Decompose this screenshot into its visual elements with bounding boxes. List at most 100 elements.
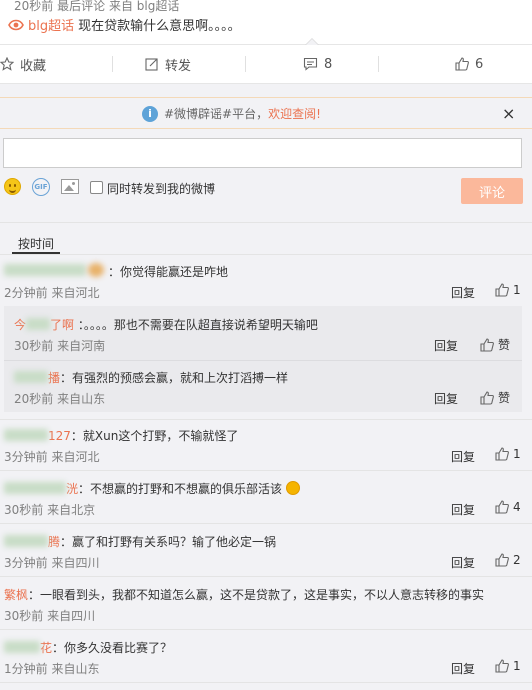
picture-icon[interactable] xyxy=(61,179,79,194)
comment-username[interactable]: 洸 xyxy=(66,482,78,496)
comment-row: 洸：不想赢的打野和不想赢的俱乐部活该 xyxy=(4,480,300,497)
comment-meta: 2分钟前 来自河北 xyxy=(4,286,100,300)
comment-row: 繁枫：一眼看到头，我都不知道怎么赢，这不是贷款了，这是事实，不以人意志转移的事实 xyxy=(4,586,484,603)
repost-button[interactable]: 转发 xyxy=(145,45,191,83)
divider xyxy=(0,470,532,471)
reply-button[interactable]: 回复 xyxy=(451,554,475,571)
notice-link[interactable]: 欢迎查阅! xyxy=(268,105,321,122)
repost-checkbox[interactable] xyxy=(90,181,103,194)
comment-meta: 1分钟前 来自山东 xyxy=(4,662,100,676)
thumbs-up-icon xyxy=(495,553,509,567)
reply-username[interactable]: 播 xyxy=(48,371,60,385)
favorite-button[interactable]: 收藏 xyxy=(0,45,46,83)
comment-username[interactable]: 127 xyxy=(48,429,71,443)
emoji-icon[interactable] xyxy=(4,178,21,195)
reply-username-suffix[interactable]: 了啊 xyxy=(50,318,74,332)
notice-text: #微博辟谣#平台， xyxy=(164,107,269,121)
thumbs-up-icon xyxy=(495,447,509,461)
comment-username[interactable]: 繁枫 xyxy=(4,588,28,602)
comment-like-button[interactable]: 2 xyxy=(495,553,521,567)
comment-meta: 30秒前 来自北京 xyxy=(4,503,96,517)
comment-text: ：你觉得能赢还是咋地 xyxy=(108,265,229,279)
blurred-username xyxy=(26,318,51,330)
blurred-username xyxy=(14,371,48,383)
like-count: 1 xyxy=(513,447,521,461)
comment-username[interactable]: 腾 xyxy=(48,535,60,549)
divider xyxy=(0,682,532,683)
post-topic-link[interactable]: blg超话 xyxy=(28,15,74,34)
source-prefix: 来自 xyxy=(108,0,133,13)
action-divider xyxy=(378,56,379,72)
star-icon xyxy=(0,57,14,71)
comment-text: ：你多久没看比赛了？ xyxy=(52,641,173,655)
blurred-username xyxy=(4,264,86,276)
notice-content: i #微博辟谣#平台， 欢迎查阅! xyxy=(142,105,321,122)
comment-meta: 30秒前 来自四川 xyxy=(4,609,96,623)
comment-like-button[interactable]: 1 xyxy=(495,659,521,673)
blurred-username xyxy=(4,535,48,547)
repost-label: 转发 xyxy=(165,58,192,74)
reply-meta: 30秒前 来自河南 xyxy=(14,339,106,353)
action-divider xyxy=(112,56,113,72)
reply-meta: 20秒前 来自山东 xyxy=(14,392,106,406)
reply-button[interactable]: 回复 xyxy=(434,337,458,354)
source-link[interactable]: blg超话 xyxy=(137,0,180,13)
reply-text: ：有强烈的预感会赢，就和上次打滔搏一样 xyxy=(60,371,289,385)
post-content: blg超话 现在贷款输什么意思啊。。。。 xyxy=(8,15,241,34)
comment-input[interactable] xyxy=(3,138,522,168)
comment-like-button[interactable]: 4 xyxy=(495,500,521,514)
comment-like-button[interactable]: 1 xyxy=(495,283,521,297)
reply-button[interactable]: 回复 xyxy=(451,284,475,301)
divider xyxy=(4,360,522,361)
submit-comment-button[interactable]: 评论 xyxy=(461,178,523,204)
reply-row: 播：有强烈的预感会赢，就和上次打滔搏一样 xyxy=(14,369,288,386)
reply-button[interactable]: 回复 xyxy=(451,448,475,465)
comment-text: ：就Xun这个打野，不输就怪了 xyxy=(70,429,239,443)
like-label: 赞 xyxy=(498,391,511,405)
blurred-username xyxy=(4,641,40,653)
reply-like-button[interactable]: 赞 xyxy=(480,336,510,353)
reply-row: 今 了啊 ：。。。。那也不需要在队超直接说希望明天输吧 xyxy=(14,316,318,333)
like-count: 4 xyxy=(513,500,521,514)
post-text: 现在贷款输什么意思啊。。。。 xyxy=(78,19,241,34)
reply-button[interactable]: 回复 xyxy=(434,390,458,407)
close-icon[interactable]: × xyxy=(502,104,515,123)
panel-caret-inner xyxy=(306,39,318,45)
repost-icon xyxy=(145,58,158,71)
repost-checkbox-label: 同时转发到我的微博 xyxy=(107,182,216,196)
thumbs-up-icon xyxy=(495,500,509,514)
comment-text: ：不想赢的打野和不想赢的俱乐部活该 xyxy=(78,482,283,496)
thumbs-up-icon xyxy=(480,390,494,405)
reply-like-button[interactable]: 赞 xyxy=(480,389,510,406)
comment-like-button[interactable]: 1 xyxy=(495,447,521,461)
reply-text: ：。。。。那也不需要在队超直接说希望明天输吧 xyxy=(77,318,318,332)
divider xyxy=(0,523,532,524)
comment-username[interactable]: 花 xyxy=(40,641,52,655)
grinning-emoji-icon xyxy=(285,481,300,495)
like-count: 6 xyxy=(475,56,484,72)
blurred-username xyxy=(4,429,48,441)
comment-button[interactable]: 8 xyxy=(303,45,332,83)
comment-row: 花：你多久没看比赛了？ xyxy=(4,639,172,656)
thumbs-up-icon xyxy=(480,337,494,352)
divider xyxy=(0,222,532,223)
comment-row: 腾：赢了和打野有关系吗？输了他必定一锅 xyxy=(4,533,276,550)
thumbs-up-icon xyxy=(455,57,469,71)
reply-button[interactable]: 回复 xyxy=(451,660,475,677)
thumbs-up-icon xyxy=(495,659,509,673)
comment-row: 127：就Xun这个打野，不输就怪了 xyxy=(4,427,238,444)
reply-username[interactable]: 今 xyxy=(14,318,26,332)
last-comment-label: 最后评论 xyxy=(57,0,106,13)
supertopic-icon xyxy=(8,19,24,30)
divider xyxy=(0,254,532,255)
like-count: 2 xyxy=(513,553,521,567)
divider xyxy=(0,629,532,630)
like-label: 赞 xyxy=(498,338,511,352)
blurred-username xyxy=(4,482,66,494)
gif-icon[interactable]: GIF xyxy=(32,178,50,196)
reply-button[interactable]: 回复 xyxy=(451,501,475,518)
comment-icon xyxy=(303,57,318,71)
like-button[interactable]: 6 xyxy=(455,45,483,83)
sort-by-time-tab[interactable]: 按时间 xyxy=(18,235,54,252)
favorite-label: 收藏 xyxy=(20,58,47,74)
